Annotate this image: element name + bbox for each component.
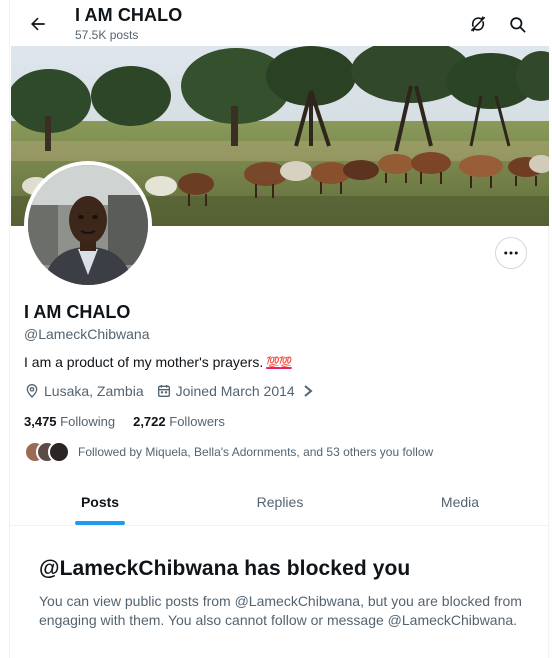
notifications-off-icon: [470, 16, 486, 32]
joined-text: Joined March 2014: [175, 383, 295, 399]
back-button[interactable]: [22, 8, 54, 40]
blocked-message: You can view public posts from @LameckCh…: [39, 593, 522, 628]
followed-by[interactable]: Followed by Miquela, Bella's Adornments,…: [24, 441, 433, 463]
chevron-right-icon: [304, 385, 313, 397]
mutual-avatar: [48, 441, 70, 463]
followers-label: Followers: [169, 414, 225, 429]
bio-text: I am a product of my mother's prayers.: [24, 354, 264, 370]
header-post-count: 57.5K posts: [75, 28, 139, 42]
more-button[interactable]: [495, 237, 527, 269]
profile-meta: Lusaka, Zambia Joined March 2014: [24, 383, 325, 399]
followers-link[interactable]: 2,722 Followers: [133, 414, 225, 429]
tab-media[interactable]: Media: [370, 478, 550, 525]
location: Lusaka, Zambia: [24, 383, 144, 399]
profile-page: I AM CHALO 57.5K posts I AM CHALO @Lamec…: [9, 0, 550, 658]
follow-stats: 3,475 Following 2,722 Followers: [24, 414, 225, 429]
profile-name: I AM CHALO: [24, 302, 131, 322]
following-count: 3,475: [24, 414, 57, 429]
mutual-avatars: [24, 441, 70, 463]
tab-replies[interactable]: Replies: [190, 478, 370, 525]
search-button[interactable]: [501, 8, 533, 40]
avatar-image: [28, 165, 148, 285]
more-icon: [504, 251, 518, 255]
followers-count: 2,722: [133, 414, 166, 429]
active-tab-indicator: [75, 521, 125, 525]
header-title: I AM CHALO: [75, 5, 183, 25]
profile-tabs: Posts Replies Media: [10, 478, 550, 526]
tab-media-label: Media: [440, 493, 480, 510]
profile-handle: @LameckChibwana: [24, 326, 150, 342]
profile-avatar[interactable]: [24, 161, 152, 289]
notifications-off-button[interactable]: [462, 8, 494, 40]
joined-date[interactable]: Joined March 2014: [156, 383, 313, 399]
arrow-left-icon: [31, 17, 45, 31]
location-text: Lusaka, Zambia: [44, 383, 144, 399]
following-label: Following: [60, 414, 116, 429]
blocked-title: @LameckChibwana has blocked you: [39, 557, 411, 580]
search-icon: [509, 16, 525, 32]
following-link[interactable]: 3,475 Following: [24, 414, 115, 429]
top-bar: I AM CHALO 57.5K posts: [10, 0, 550, 46]
followed-by-text: Followed by Miquela, Bella's Adornments,…: [78, 445, 434, 459]
calendar-icon: [157, 385, 170, 397]
tab-replies-label: Replies: [256, 493, 304, 510]
location-pin-icon: [26, 384, 38, 398]
profile-bio: I am a product of my mother's prayers. 💯…: [24, 354, 293, 370]
hundred-points-emoji: 💯💯: [266, 356, 292, 369]
tab-posts[interactable]: Posts: [10, 478, 190, 525]
tab-posts-label: Posts: [80, 493, 120, 510]
